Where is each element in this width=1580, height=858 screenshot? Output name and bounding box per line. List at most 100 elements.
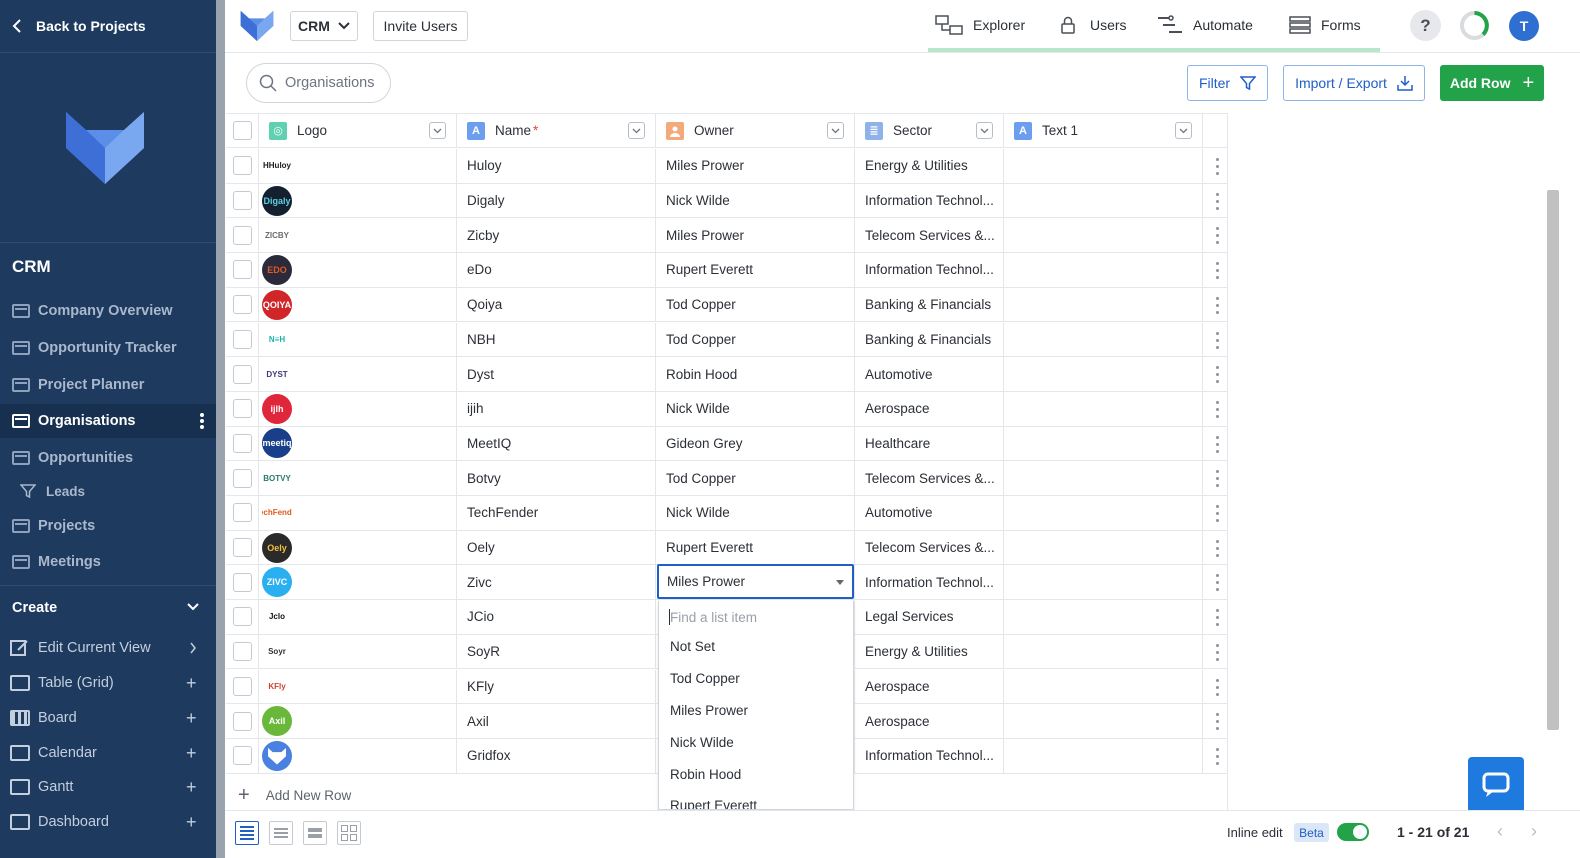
row-select-cell[interactable] (226, 253, 259, 287)
row-select-cell[interactable] (226, 426, 259, 461)
dropdown-option[interactable]: Not Set (659, 631, 853, 663)
table-row[interactable]: TechFenderTechFenderNick WildeAutomotive (226, 496, 1227, 531)
avatar[interactable]: T (1509, 11, 1539, 41)
logo-cell[interactable]: BOTVY (259, 461, 457, 495)
text1-cell[interactable] (1004, 149, 1203, 183)
owner-cell[interactable]: Rupert Everett (656, 530, 855, 565)
sector-cell[interactable]: Energy & Utilities (855, 634, 1004, 669)
name-cell[interactable]: Axil (457, 704, 656, 738)
table-row[interactable]: ZIVC Zivc Information Technol... Miles Prow… (226, 564, 1227, 601)
row-checkbox[interactable] (232, 225, 252, 245)
row-checkbox[interactable] (232, 711, 252, 731)
name-cell[interactable]: TechFender (457, 496, 656, 530)
owner-cell[interactable]: Nick Wilde (656, 183, 855, 218)
logo-cell[interactable]: Soyr (259, 634, 457, 669)
row-select-cell[interactable] (226, 565, 259, 600)
row-select-cell[interactable] (226, 738, 259, 773)
select-all-checkbox[interactable] (232, 121, 252, 140)
sidebar-item-project-planner[interactable]: Project Planner (0, 368, 216, 402)
create-edit-current-view[interactable]: Edit Current View (0, 631, 216, 665)
logo-cell[interactable]: ZICBY (259, 218, 457, 253)
text1-cell[interactable] (1004, 287, 1203, 322)
sector-cell[interactable]: Banking & Financials (855, 322, 1004, 357)
row-select-cell[interactable] (226, 149, 259, 183)
text1-cell[interactable] (1004, 322, 1203, 357)
logo-cell[interactable]: TechFender (259, 496, 457, 530)
table-row[interactable]: ijlh ijih Nick Wilde Aerospace (226, 391, 1227, 427)
text1-cell[interactable] (1004, 704, 1203, 738)
text1-cell[interactable] (1004, 183, 1203, 218)
text1-cell[interactable] (1004, 600, 1203, 634)
row-select-cell[interactable] (226, 634, 259, 669)
plus-icon[interactable]: + (186, 709, 197, 727)
owner-cell[interactable]: Tod Copper (656, 322, 855, 357)
row-menu-icon[interactable] (1216, 296, 1220, 314)
row-menu-icon[interactable] (1216, 609, 1220, 627)
chevron-down-icon[interactable] (186, 602, 200, 612)
table-row[interactable]: N≡H NBH Tod Copper Banking & Financials (226, 322, 1227, 358)
plus-icon[interactable]: + (186, 778, 197, 796)
more-options-icon[interactable] (200, 413, 204, 429)
text1-cell[interactable] (1004, 253, 1203, 287)
logo-cell[interactable]: DYST (259, 357, 457, 391)
dropdown-option[interactable]: Rupert Everett (659, 790, 853, 809)
text1-cell[interactable] (1004, 634, 1203, 669)
help-icon[interactable]: ? (1410, 10, 1441, 41)
dropdown-option[interactable]: Tod Copper (659, 663, 853, 695)
table-row[interactable]: QOIYA Qoiya Tod Copper Banking & Financials (226, 287, 1227, 323)
row-checkbox[interactable] (232, 538, 252, 558)
row-menu-icon[interactable] (1216, 262, 1220, 280)
sector-cell[interactable]: Telecom Services &... (855, 461, 1004, 495)
add-row-button[interactable]: Add Row + (1440, 65, 1544, 101)
dropdown-option[interactable]: Robin Hood (659, 758, 853, 790)
sector-cell[interactable]: Telecom Services &... (855, 218, 1004, 253)
main-scrollbar[interactable] (1547, 190, 1559, 730)
name-cell[interactable]: Huloy (457, 149, 656, 183)
name-cell[interactable]: Dyst (457, 357, 656, 391)
row-checkbox[interactable] (232, 364, 252, 384)
sector-cell[interactable]: Aerospace (855, 704, 1004, 738)
row-select-cell[interactable] (226, 600, 259, 634)
row-checkbox[interactable] (232, 503, 252, 523)
logo-cell[interactable]: ijlh (259, 391, 457, 426)
text1-cell[interactable] (1004, 496, 1203, 530)
row-select-cell[interactable] (226, 183, 259, 218)
owner-select-editing[interactable]: Miles Prower (657, 564, 854, 600)
row-select-cell[interactable] (226, 530, 259, 565)
nav-users[interactable]: Users (1060, 0, 1127, 50)
invite-users-button[interactable]: Invite Users (373, 11, 468, 41)
logo-cell[interactable]: N≡H (259, 322, 457, 357)
create-table-grid[interactable]: Table (Grid) + (0, 666, 216, 700)
column-menu-icon[interactable] (827, 122, 844, 139)
row-menu-icon[interactable] (1216, 678, 1220, 696)
row-checkbox[interactable] (232, 156, 252, 176)
owner-cell[interactable]: Tod Copper (656, 461, 855, 495)
owner-cell[interactable]: Rupert Everett (656, 253, 855, 287)
text1-cell[interactable] (1004, 565, 1203, 600)
table-row[interactable]: ZICBY Zicby Miles Prower Telecom Services &… (226, 218, 1227, 254)
logo-cell[interactable]: EDO (259, 253, 457, 287)
row-select-cell[interactable] (226, 704, 259, 738)
view-density-large-button[interactable] (303, 821, 327, 845)
sidebar-item-opportunity-tracker[interactable]: Opportunity Tracker (0, 331, 216, 365)
dropdown-option[interactable]: Nick Wilde (659, 726, 853, 758)
create-dashboard[interactable]: Dashboard + (0, 805, 216, 839)
logo-cell[interactable] (259, 738, 457, 773)
text1-cell[interactable] (1004, 218, 1203, 253)
row-select-cell[interactable] (226, 461, 259, 495)
owner-cell[interactable]: Nick Wilde (656, 496, 855, 530)
name-cell[interactable]: JCio (457, 600, 656, 634)
row-checkbox[interactable] (232, 399, 252, 419)
view-density-compact-button[interactable] (235, 821, 259, 845)
sector-cell[interactable]: Healthcare (855, 426, 1004, 461)
dropdown-option[interactable]: Miles Prower (659, 695, 853, 727)
name-cell[interactable]: KFly (457, 669, 656, 704)
create-calendar[interactable]: Calendar + (0, 736, 216, 770)
row-menu-icon[interactable] (1216, 539, 1220, 557)
row-menu-icon[interactable] (1216, 574, 1220, 592)
row-menu-icon[interactable] (1216, 713, 1220, 731)
row-checkbox[interactable] (232, 191, 252, 211)
text1-cell[interactable] (1004, 357, 1203, 391)
name-cell[interactable]: SoyR (457, 634, 656, 669)
table-row[interactable]: DYST Dyst Robin Hood Automotive (226, 357, 1227, 392)
